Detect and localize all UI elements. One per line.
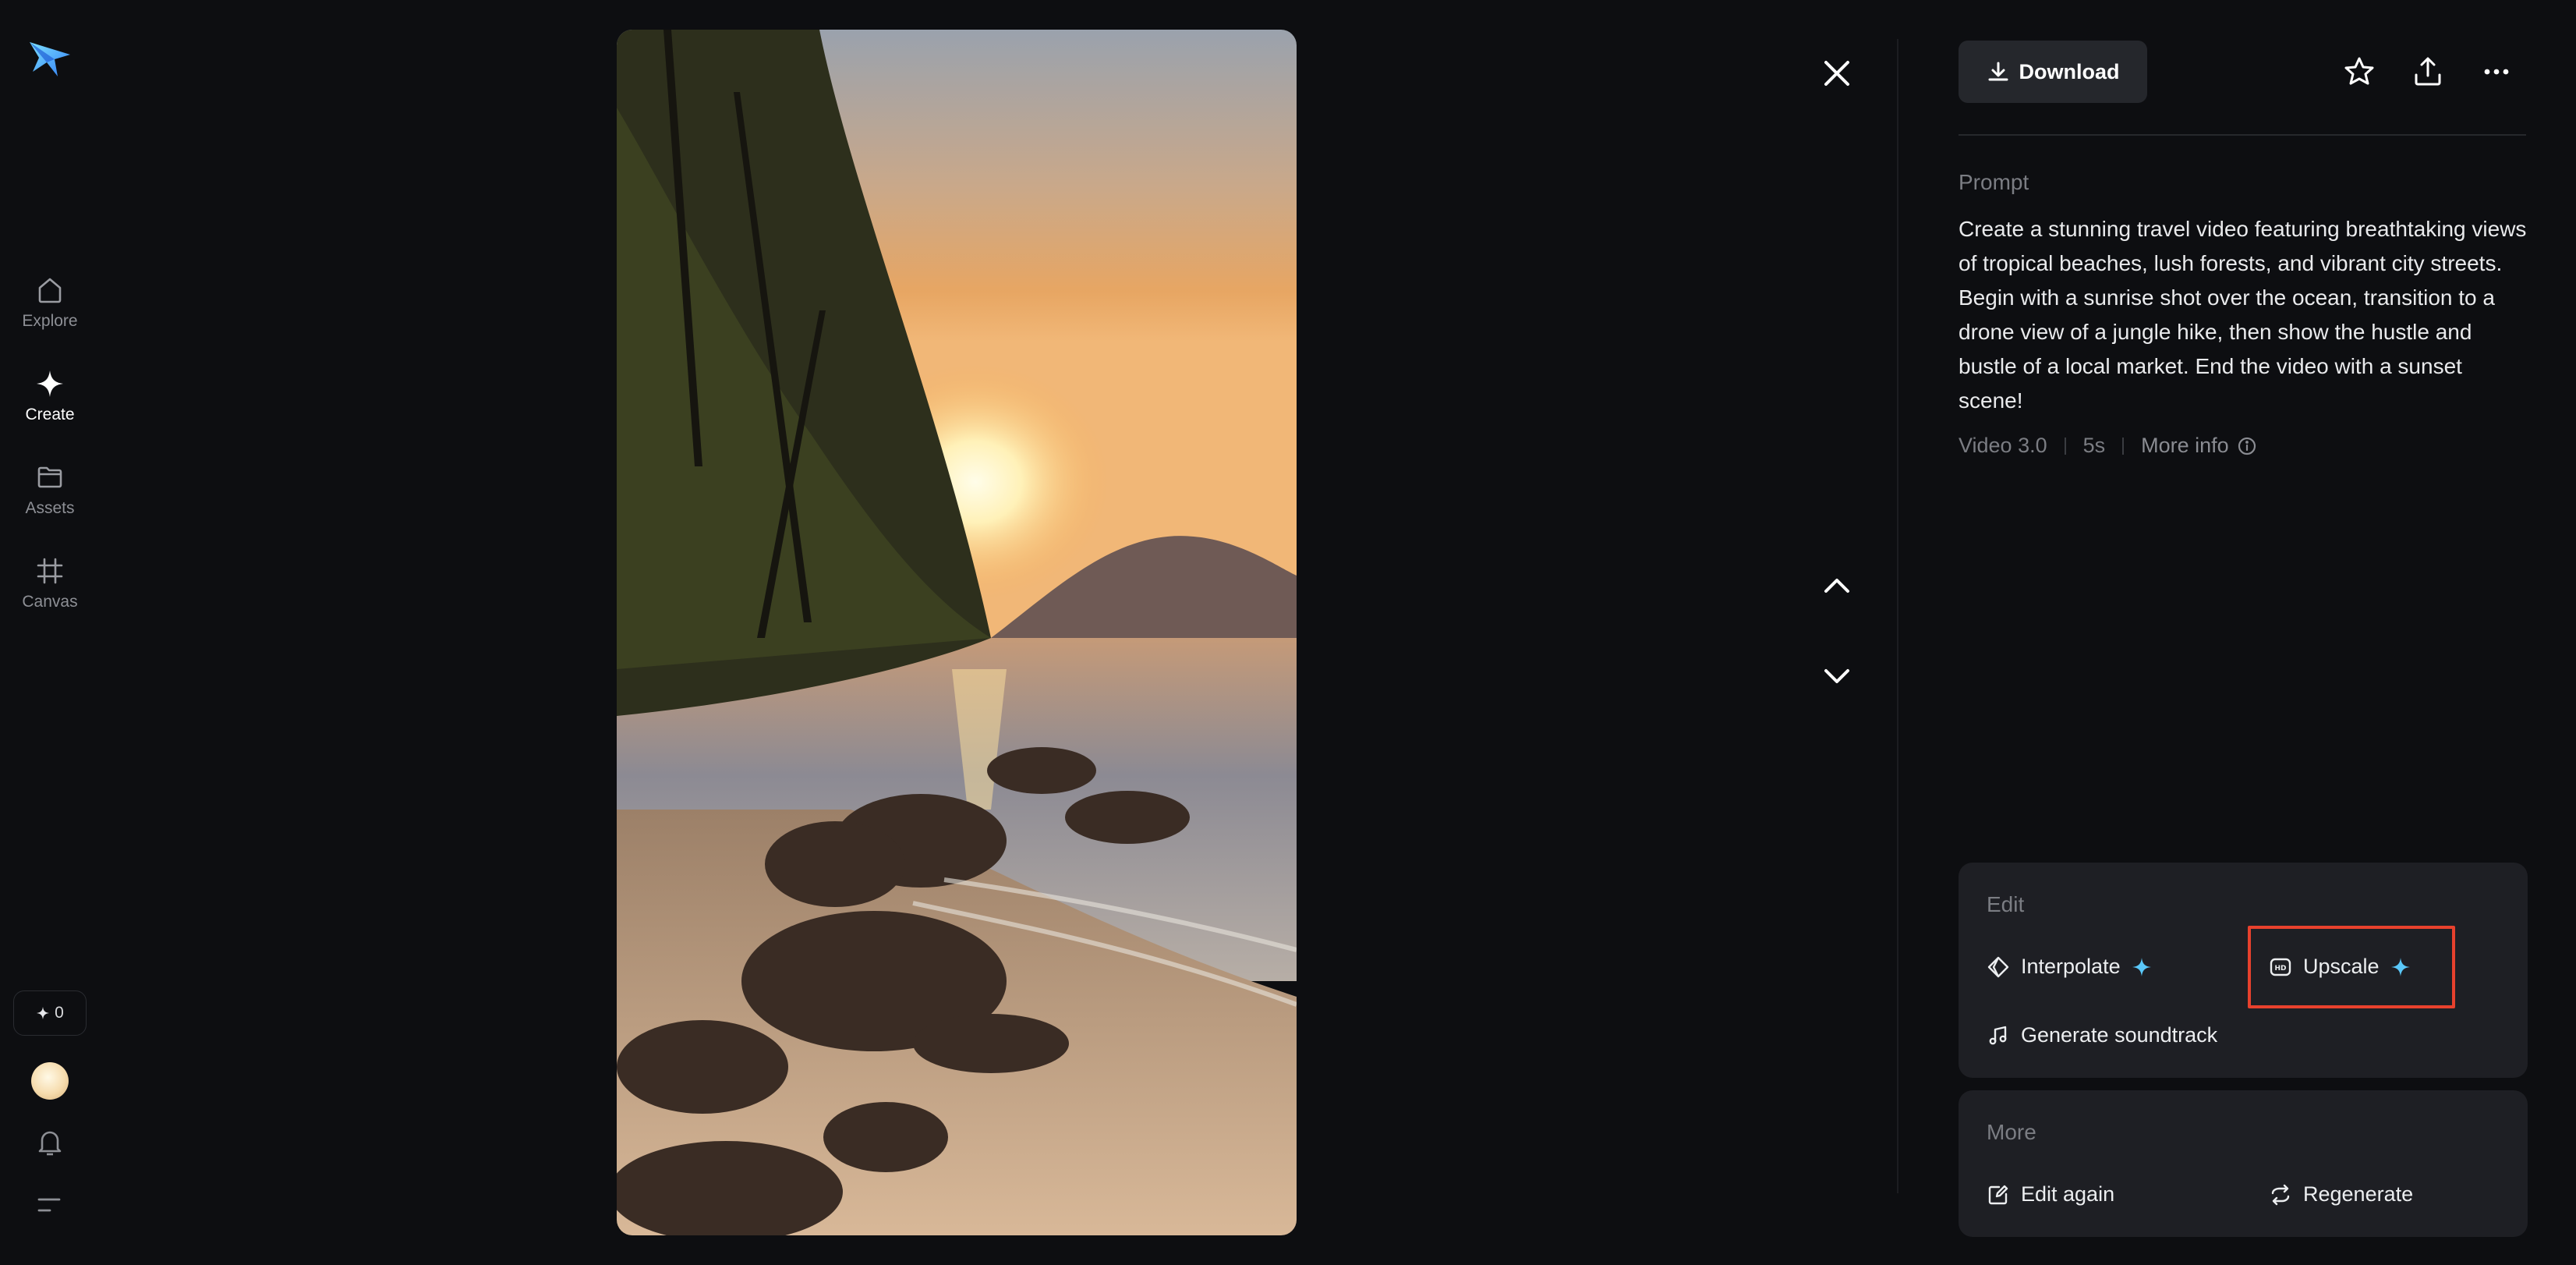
sparkle-icon [2390, 957, 2410, 976]
interpolate-button[interactable]: Interpolate [1987, 955, 2152, 979]
panel-divider [1897, 39, 1898, 1193]
credits-badge[interactable]: 0 [13, 990, 87, 1036]
download-label: Download [2019, 59, 2120, 83]
regenerate-button[interactable]: Regenerate [2269, 1182, 2413, 1207]
svg-text:HD: HD [2274, 965, 2286, 973]
interpolate-label: Interpolate [2021, 955, 2121, 978]
interpolate-icon [1987, 956, 2009, 977]
toolbar-divider [1959, 134, 2526, 136]
more-info-label: More info [2141, 434, 2229, 457]
prompt-label: Prompt [1959, 170, 2029, 194]
download-button[interactable]: Download [1959, 41, 2147, 103]
sparkle-icon [37, 1006, 50, 1020]
more-card-title: More [1987, 1120, 2036, 1144]
credits-count: 0 [55, 1004, 64, 1022]
edit-card: Edit Interpolate HD Upscale Generate sou… [1959, 863, 2528, 1078]
duration: 5s [2082, 434, 2106, 457]
canvas-icon [37, 558, 63, 584]
video-preview[interactable] [617, 30, 1297, 1235]
video-meta: Video 3.0 5s More info [1959, 434, 2257, 458]
sidebar-item-label: Assets [25, 499, 75, 517]
share-icon[interactable] [2411, 55, 2445, 89]
app-logo-icon[interactable] [28, 39, 72, 80]
folder-icon [37, 466, 62, 488]
menu-icon[interactable] [36, 1193, 64, 1217]
sidebar-item-label: Canvas [22, 593, 78, 611]
avatar[interactable] [31, 1062, 69, 1100]
sparkle-icon [37, 370, 63, 397]
model-version: Video 3.0 [1959, 434, 2047, 457]
generate-soundtrack-label: Generate soundtrack [2021, 1023, 2218, 1047]
hd-icon: HD [2270, 958, 2291, 976]
more-info-link[interactable]: More info [2141, 434, 2257, 458]
prompt-text: Create a stunning travel video featuring… [1959, 217, 2527, 413]
upscale-label: Upscale [2303, 955, 2380, 978]
sidebar-item-explore[interactable]: Explore [0, 275, 100, 353]
sidebar-item-canvas[interactable]: Canvas [0, 555, 100, 633]
home-icon [38, 278, 62, 303]
download-icon [1988, 62, 2008, 81]
edit-card-title: Edit [1987, 892, 2025, 916]
sidebar-item-label: Create [25, 406, 75, 423]
edit-again-button[interactable]: Edit again [1987, 1182, 2114, 1207]
star-icon[interactable] [2342, 55, 2376, 89]
meta-separator [2064, 437, 2066, 455]
generate-soundtrack-button[interactable]: Generate soundtrack [1987, 1023, 2217, 1047]
upscale-button[interactable]: HD Upscale [2269, 955, 2411, 979]
music-note-icon [1989, 1026, 2007, 1044]
more-icon[interactable] [2479, 55, 2514, 89]
sparkle-icon [2132, 957, 2151, 976]
chevron-up-icon[interactable] [1821, 574, 1852, 597]
regenerate-label: Regenerate [2303, 1182, 2414, 1206]
sidebar: Explore Create Assets Canvas 0 [0, 0, 100, 1265]
beach-sunset-video [617, 30, 1297, 1235]
edit-icon [1988, 1185, 2008, 1204]
sidebar-item-assets[interactable]: Assets [0, 462, 100, 540]
meta-separator [2122, 437, 2125, 455]
sidebar-item-create[interactable]: Create [0, 368, 100, 446]
sidebar-item-label: Explore [22, 312, 78, 330]
more-card: More Edit again Regenerate [1959, 1090, 2528, 1237]
edit-again-label: Edit again [2021, 1182, 2115, 1206]
info-icon [2238, 437, 2256, 455]
bell-icon[interactable] [36, 1128, 64, 1157]
regenerate-icon [2271, 1184, 2290, 1205]
chevron-down-icon[interactable] [1821, 664, 1852, 688]
close-icon[interactable] [1818, 55, 1856, 92]
